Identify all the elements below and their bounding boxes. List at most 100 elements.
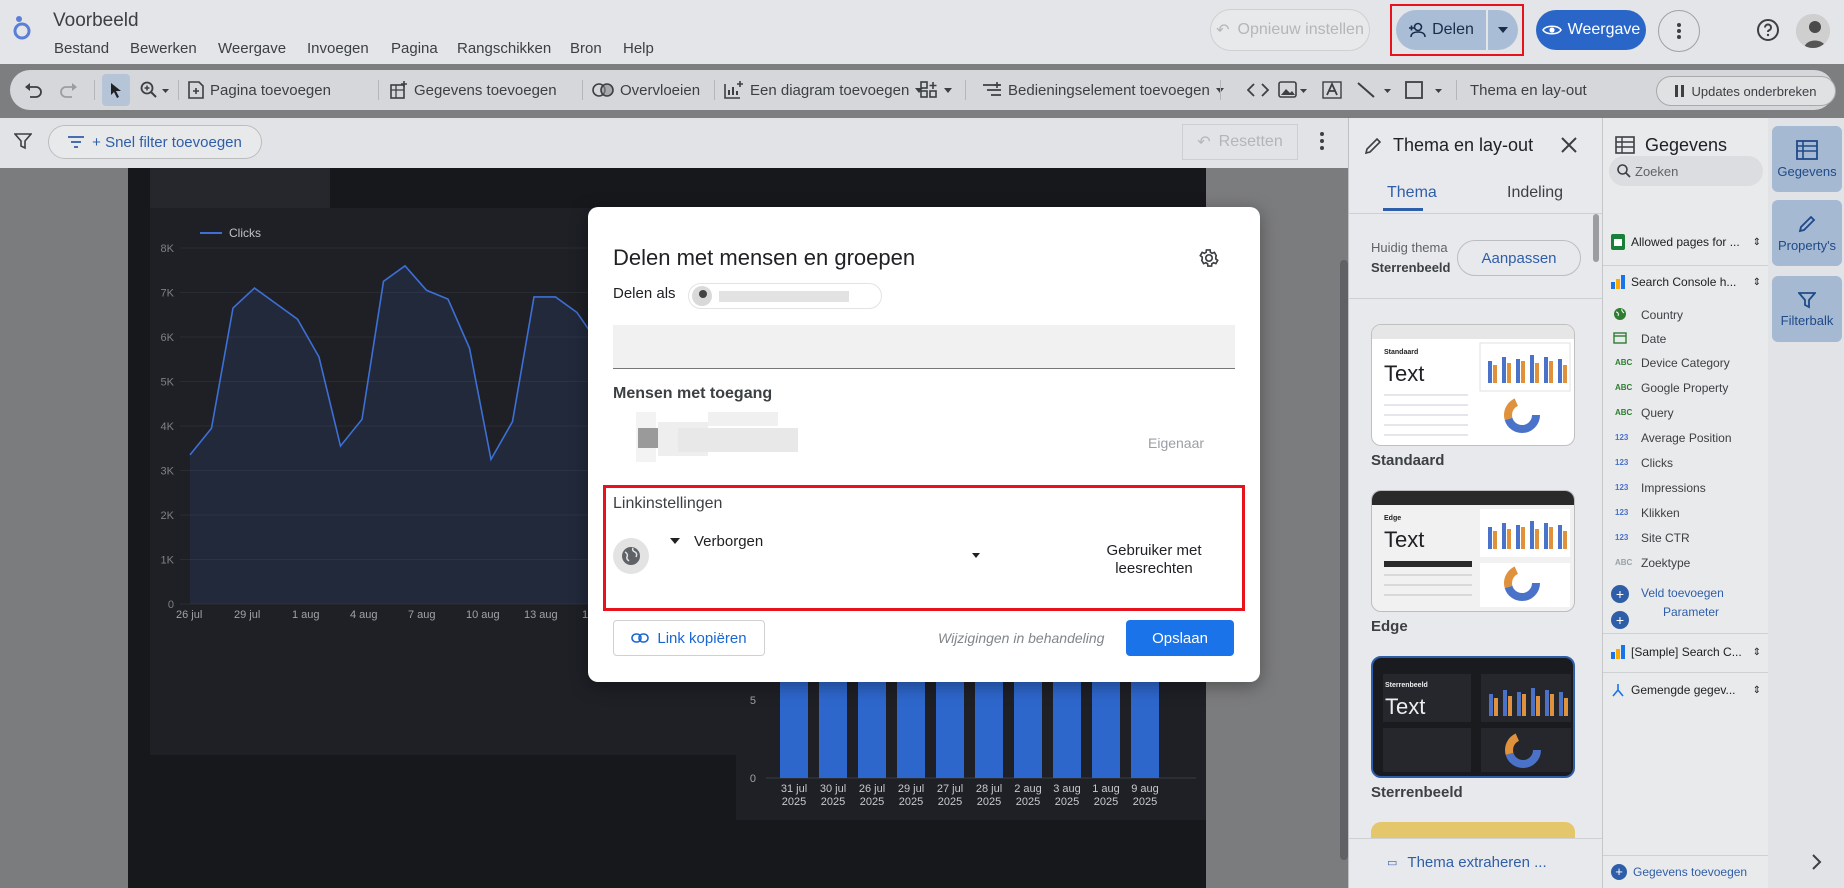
add-people-input[interactable] (613, 325, 1235, 369)
field-zoektype[interactable]: Zoektype (1641, 556, 1690, 570)
text-icon[interactable] (1322, 70, 1342, 110)
zoom-icon[interactable] (140, 70, 170, 110)
field-query[interactable]: Query (1641, 406, 1674, 420)
tab-layout[interactable]: Indeling (1507, 184, 1563, 202)
filter-bar: + Snel filter toevoegen ↶ Resetten (0, 118, 1348, 168)
x-tick-label: 4 aug (350, 609, 378, 621)
caret-down-icon[interactable] (670, 538, 680, 544)
shape-icon[interactable] (1405, 70, 1447, 110)
line-icon[interactable] (1356, 70, 1394, 110)
view-button[interactable]: Weergave (1536, 10, 1646, 50)
link-settings-heading: Linkinstellingen (613, 495, 723, 512)
menu-file[interactable]: Bestand (54, 40, 109, 57)
divider (1603, 855, 1769, 856)
field-date[interactable]: Date (1641, 332, 1666, 346)
filter-icon[interactable] (14, 132, 32, 150)
customize-button[interactable]: Aanpassen (1457, 240, 1581, 276)
community-visualizations-icon[interactable] (920, 70, 956, 110)
y-tick-label: 4K (161, 421, 175, 433)
field-klikken[interactable]: Klikken (1641, 506, 1680, 520)
theme-panel-scrollbar[interactable] (1593, 214, 1599, 262)
menu-page[interactable]: Pagina (391, 40, 438, 57)
chevron-right-icon[interactable] (1812, 854, 1822, 870)
field-impressions[interactable]: Impressions (1641, 481, 1706, 495)
report-title[interactable]: Voorbeeld (53, 10, 139, 32)
data-source-blended[interactable]: Gemengde gegev... ⇕ (1611, 674, 1761, 706)
rail-data-button[interactable]: Gegevens (1772, 126, 1842, 192)
select-tool-icon[interactable] (102, 74, 130, 106)
menu-help[interactable]: Help (623, 40, 654, 57)
undo-icon: ↶ (1216, 22, 1230, 39)
share-as-account-chip[interactable] (688, 283, 882, 309)
x-tick-label: 26 jul (859, 783, 885, 795)
reset-filters-button[interactable]: ↶ Resetten (1182, 124, 1298, 160)
more-options-icon[interactable] (1320, 132, 1324, 150)
embed-code-icon[interactable] (1247, 70, 1269, 110)
settings-gear-icon[interactable] (1198, 247, 1220, 269)
rail-properties-button[interactable]: Property's (1772, 200, 1842, 266)
menu-insert[interactable]: Invoegen (307, 40, 369, 57)
add-data-button[interactable]: + Gegevens toevoegen (1611, 864, 1747, 880)
search-placeholder: Zoeken (1635, 164, 1679, 179)
field-site-ctr[interactable]: Site CTR (1641, 531, 1690, 545)
theme-card-standard[interactable]: Standaard Text (1371, 324, 1575, 446)
redo-icon[interactable] (60, 70, 78, 110)
link-role-dropdown[interactable]: Gebruiker met leesrechten (1084, 542, 1224, 578)
add-chart-button[interactable]: Een diagram toevoegen (724, 70, 924, 110)
field-device-category[interactable]: Device Category (1641, 356, 1730, 370)
help-icon[interactable] (1756, 18, 1780, 42)
link-visibility-dropdown[interactable]: Verborgen (694, 533, 763, 550)
caret-down-icon[interactable] (972, 553, 980, 558)
image-icon[interactable] (1278, 70, 1308, 110)
add-control-button[interactable]: Bedieningselement toevoegen (982, 70, 1224, 110)
menu-edit[interactable]: Bewerken (130, 40, 197, 57)
rail-filterbar-button[interactable]: Filterbalk (1772, 276, 1842, 342)
blend-button[interactable]: Overvloeien (592, 70, 700, 110)
toolbar-divider (1220, 80, 1221, 100)
more-options-icon[interactable] (1658, 10, 1700, 52)
theme-card-edge[interactable]: Edge Text (1371, 490, 1575, 612)
add-page-button[interactable]: Pagina toevoegen (188, 70, 331, 110)
field-country[interactable]: Country (1641, 308, 1683, 322)
pause-updates-button[interactable]: Updates onderbreken (1656, 76, 1836, 106)
field-clicks[interactable]: Clicks (1641, 456, 1673, 470)
theme-big-label: Text (1384, 527, 1425, 552)
extract-theme-button[interactable]: ▭ Thema extraheren ... (1387, 854, 1547, 871)
data-source-search-console[interactable]: Search Console h... ⇕ (1611, 266, 1761, 298)
menu-view[interactable]: Weergave (218, 40, 286, 57)
add-field-button[interactable]: Veld toevoegen (1641, 586, 1724, 600)
blend-label: Overvloeien (620, 81, 701, 99)
user-avatar[interactable] (1796, 14, 1830, 48)
looker-studio-logo-icon[interactable] (12, 14, 32, 40)
eye-icon (1541, 25, 1562, 35)
y-tick-label: 0 (750, 773, 756, 785)
pencil-icon (1798, 215, 1816, 232)
legend-label: Clicks (229, 226, 261, 240)
x-tick-year-label: 2025 (977, 796, 1001, 808)
search-field[interactable]: Zoeken (1609, 156, 1763, 186)
x-tick-year-label: 2025 (899, 796, 923, 808)
blend-icon (1612, 684, 1624, 697)
menu-arrange[interactable]: Rangschikken (457, 40, 551, 57)
undo-icon[interactable] (24, 70, 42, 110)
menu-resource[interactable]: Bron (570, 40, 602, 57)
add-data-button[interactable]: Gegevens toevoegen (390, 70, 557, 110)
copy-link-button[interactable]: Link kopiëren (613, 620, 765, 656)
theme-layout-button[interactable]: Thema en lay-out (1470, 70, 1587, 110)
add-quick-filter-button[interactable]: + Snel filter toevoegen (48, 125, 262, 159)
close-icon[interactable] (1561, 137, 1577, 153)
field-average-position[interactable]: Average Position (1641, 431, 1732, 445)
reset-button[interactable]: ↶ Opnieuw instellen (1210, 9, 1370, 51)
field-google-property[interactable]: Google Property (1641, 381, 1728, 395)
share-button[interactable]: Delen (1396, 10, 1486, 50)
theme-card-sterrenbeeld[interactable]: Sterrenbeeld Text (1371, 656, 1575, 778)
data-panel: Gegevens Zoeken Allowed pages for ... ⇕ S… (1602, 118, 1769, 888)
data-source-allowed-pages[interactable]: Allowed pages for ... ⇕ (1611, 226, 1761, 258)
owner-role-label: Eigenaar (1148, 435, 1205, 451)
canvas-scrollbar[interactable] (1340, 260, 1348, 860)
save-button[interactable]: Opslaan (1126, 620, 1234, 656)
data-source-sample[interactable]: [Sample] Search C... ⇕ (1611, 636, 1761, 668)
y-tick-label: 5 (750, 695, 756, 707)
add-parameter-button[interactable]: Parameter toevoegen (1641, 600, 1741, 628)
tab-theme[interactable]: Thema (1387, 184, 1437, 202)
